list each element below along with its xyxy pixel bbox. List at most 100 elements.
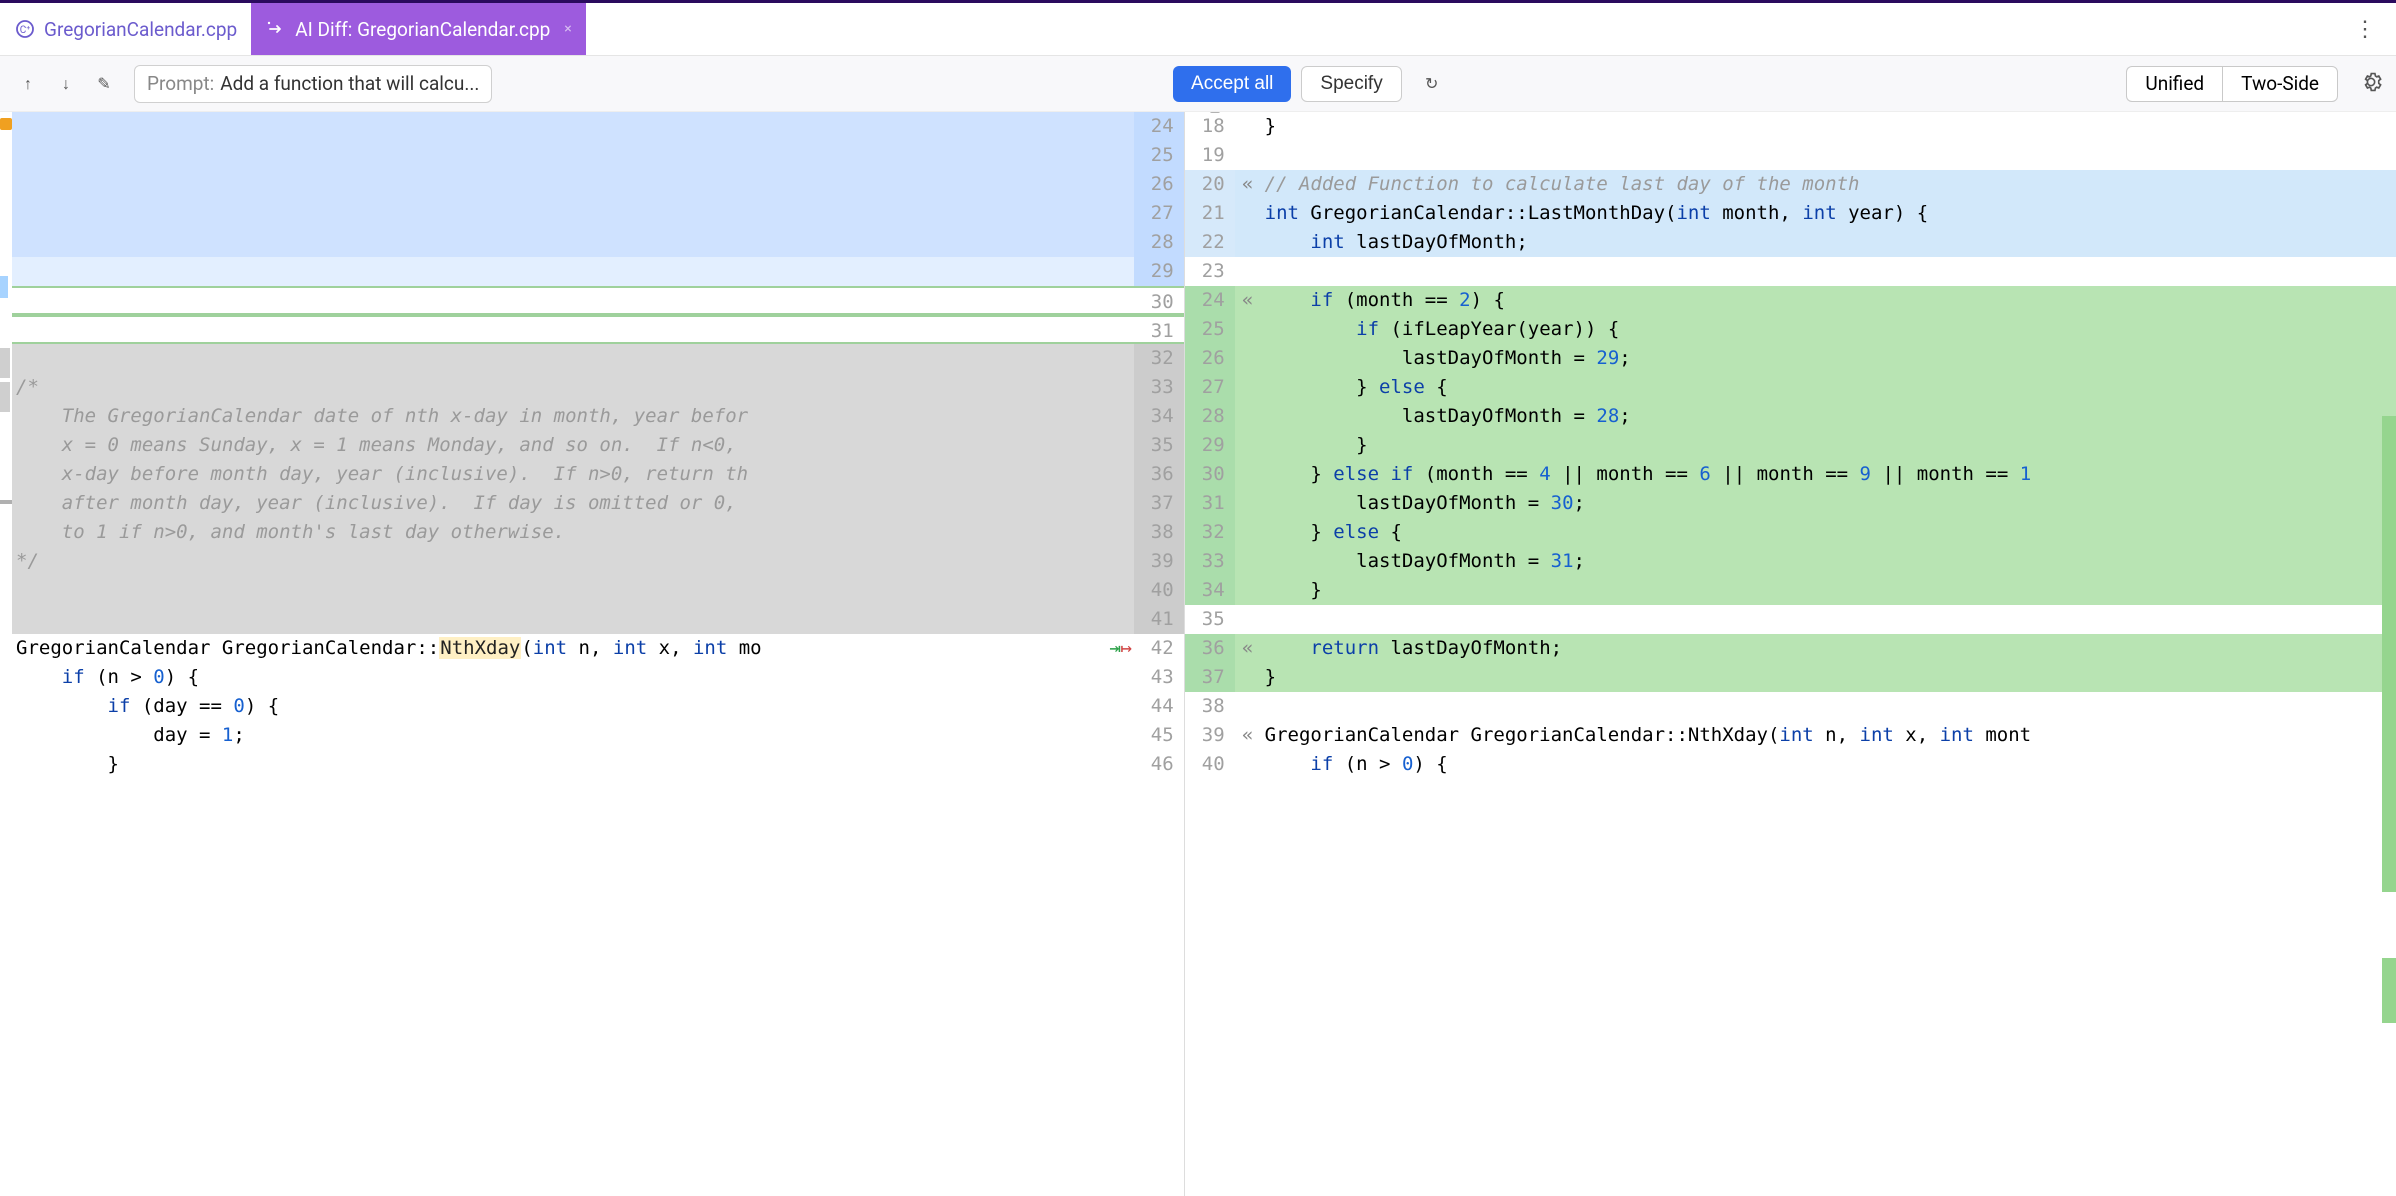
code-text[interactable]: x-day before month day, year (inclusive)… (12, 460, 1108, 489)
code-text[interactable]: lastDayOfMonth = 31; (1261, 547, 2396, 576)
code-text[interactable]: int lastDayOfMonth; (1261, 228, 2396, 257)
close-icon[interactable]: × (564, 21, 571, 37)
code-line: 25 if (ifLeapYear(year)) { (1185, 315, 2396, 344)
next-change-icon[interactable]: ↓ (52, 70, 80, 98)
code-text[interactable] (1261, 605, 2396, 634)
code-line: 28 (12, 228, 1184, 257)
line-number: 34 (1185, 576, 1235, 605)
code-text[interactable]: /* (12, 373, 1108, 402)
line-number: 45 (1134, 721, 1184, 750)
code-text[interactable]: lastDayOfMonth = 28; (1261, 402, 2396, 431)
collapse-icon[interactable]: « (1242, 724, 1253, 746)
code-line: 27 } else { (1185, 373, 2396, 402)
tab-ai-diff[interactable]: AI Diff: GregorianCalendar.cpp × (251, 3, 586, 55)
code-line: 34 } (1185, 576, 2396, 605)
code-line: x = 0 means Sunday, x = 1 means Monday, … (12, 431, 1184, 460)
code-text[interactable]: } (1261, 663, 2396, 692)
view-two-side[interactable]: Two-Side (2222, 66, 2338, 102)
move-change-icon[interactable]: ⇥ (1109, 637, 1120, 659)
code-text[interactable]: return lastDayOfMonth; (1261, 634, 2396, 663)
line-number: 25 (1134, 141, 1184, 170)
code-text[interactable]: } (1261, 431, 2396, 460)
line-number: 21 (1185, 199, 1235, 228)
code-text[interactable] (12, 288, 1108, 313)
edit-icon[interactable]: ✎ (90, 70, 118, 98)
code-text[interactable]: lastDayOfMonth = 29; (1261, 344, 2396, 373)
line-number: 43 (1134, 663, 1184, 692)
more-menu-icon[interactable]: ⋮ (2334, 17, 2396, 42)
code-text[interactable]: if (n > 0) { (12, 663, 1108, 692)
code-text[interactable] (12, 141, 1108, 170)
tabs-row: C⁺ GregorianCalendar.cpp AI Diff: Gregor… (0, 3, 2396, 56)
code-text[interactable]: } (1261, 576, 2396, 605)
refresh-icon[interactable]: ↻ (1418, 70, 1446, 98)
code-text[interactable] (12, 605, 1108, 634)
code-line: 23 (1185, 257, 2396, 286)
code-text[interactable]: } else if (month == 4 || month == 6 || m… (1261, 460, 2396, 489)
code-text[interactable]: } else { (1261, 373, 2396, 402)
line-number: 44 (1134, 692, 1184, 721)
collapse-icon[interactable]: « (1242, 289, 1253, 311)
warning-icon[interactable] (0, 118, 12, 130)
line-marker: « (1235, 286, 1261, 315)
code-text[interactable] (12, 576, 1108, 605)
collapse-icon[interactable]: « (1242, 637, 1253, 659)
code-text[interactable]: int GregorianCalendar::LastMonthDay(int … (1261, 199, 2396, 228)
code-text[interactable]: } (1261, 112, 2396, 141)
code-text[interactable] (12, 228, 1108, 257)
diff-area: 24 25 26 27 28 29 (0, 112, 2396, 1196)
line-number: 39 (1185, 721, 1235, 750)
accept-all-button[interactable]: Accept all (1173, 66, 1291, 102)
line-number: 35 (1185, 605, 1235, 634)
code-line: 19 (1185, 141, 2396, 170)
right-pane: ✓ 18 } 19 20 « // Added Function to calc… (1184, 112, 2396, 1196)
line-number: 26 (1185, 344, 1235, 373)
specify-button[interactable]: Specify (1301, 66, 1401, 102)
code-text[interactable]: The GregorianCalendar date of nth x-day … (12, 402, 1108, 431)
prompt-input[interactable]: Prompt: Add a function that will calcu..… (134, 65, 492, 103)
code-line: 29 (12, 257, 1184, 286)
code-line: 26 lastDayOfMonth = 29; (1185, 344, 2396, 373)
code-text[interactable]: } (12, 750, 1108, 779)
line-number: 28 (1185, 402, 1235, 431)
code-text[interactable]: if (n > 0) { (1261, 750, 2396, 779)
move-change-icon[interactable]: ↦ (1121, 637, 1132, 659)
gutter-region-grey (0, 382, 10, 412)
code-line: 18 } (1185, 112, 2396, 141)
code-text[interactable] (12, 257, 1108, 286)
tab-file[interactable]: C⁺ GregorianCalendar.cpp (0, 3, 251, 55)
code-text[interactable]: day = 1; (12, 721, 1108, 750)
line-number: 34 (1134, 402, 1184, 431)
gear-icon[interactable] (2360, 71, 2382, 97)
code-text[interactable] (12, 170, 1108, 199)
code-text[interactable] (12, 317, 1108, 342)
code-text[interactable]: if (month == 2) { (1261, 286, 2396, 315)
code-text[interactable]: if (day == 0) { (12, 692, 1108, 721)
code-text[interactable]: x = 0 means Sunday, x = 1 means Monday, … (12, 431, 1108, 460)
code-text[interactable]: to 1 if n>0, and month's last day otherw… (12, 518, 1108, 547)
gutter-region-grey (0, 348, 10, 378)
code-text[interactable] (1261, 692, 2396, 721)
code-text[interactable] (1261, 257, 2396, 286)
code-text[interactable]: after month day, year (inclusive). If da… (12, 489, 1108, 518)
cpp-file-icon: C⁺ (14, 18, 36, 40)
overview-strip[interactable] (2382, 112, 2396, 1196)
code-text[interactable] (12, 344, 1108, 373)
code-text[interactable] (12, 199, 1108, 228)
code-text[interactable]: */ (12, 547, 1108, 576)
code-text[interactable] (1261, 141, 2396, 170)
collapse-icon[interactable]: « (1242, 173, 1253, 195)
prev-change-icon[interactable]: ↑ (14, 70, 42, 98)
line-marker (1108, 141, 1134, 170)
code-text[interactable] (12, 112, 1108, 141)
line-number: 40 (1134, 576, 1184, 605)
code-text[interactable]: if (ifLeapYear(year)) { (1261, 315, 2396, 344)
code-text[interactable]: lastDayOfMonth = 30; (1261, 489, 2396, 518)
code-text[interactable]: } else { (1261, 518, 2396, 547)
line-number: 22 (1185, 228, 1235, 257)
code-text[interactable]: GregorianCalendar GregorianCalendar::Nth… (1261, 721, 2396, 750)
line-number: 35 (1134, 431, 1184, 460)
code-text[interactable]: GregorianCalendar GregorianCalendar::Nth… (12, 634, 1108, 663)
code-text[interactable]: // Added Function to calculate last day … (1261, 170, 2396, 199)
view-unified[interactable]: Unified (2126, 66, 2222, 102)
